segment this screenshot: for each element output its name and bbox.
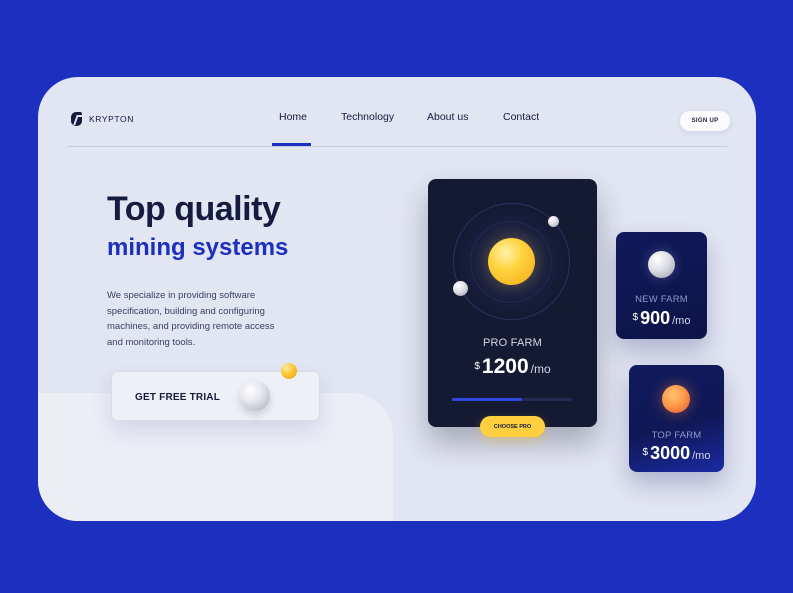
krypton-k-logo-icon [71,112,82,126]
price-currency: $ [474,361,480,372]
nav-item-home[interactable]: Home [279,111,307,123]
trial-button-label: GET FREE TRIAL [135,392,221,403]
plan-price: $900/mo [616,308,707,329]
plan-price: $3000/mo [629,443,724,464]
nav-item-about-us[interactable]: About us [427,111,468,123]
header-divider [67,146,727,147]
plan-name: PRO FARM [482,337,543,349]
plan-progress-fill [452,398,522,401]
gold-sphere-icon [281,363,297,379]
hero-title: Top quality [107,190,281,228]
brand-name: KRYPTON [89,114,134,124]
plan-price: $1200/mo [428,355,597,379]
price-amount: 1200 [481,355,529,378]
moon-icon [453,281,468,296]
nav-item-technology[interactable]: Technology [341,111,394,123]
nav-item-contact[interactable]: Contact [503,111,539,123]
price-period: /mo [672,315,691,327]
orange-planet-icon [662,385,690,413]
sun-planet-icon [488,238,535,285]
top-farm-card[interactable]: TOP FARM $3000/mo [629,365,724,472]
price-amount: 900 [640,308,671,328]
brand-logo[interactable]: KRYPTON [71,112,134,126]
price-currency: $ [632,312,639,323]
main-window: KRYPTON Home Technology About us Contact… [38,77,756,521]
silver-planet-icon [648,251,675,278]
plan-progress-bar [452,398,572,401]
price-currency: $ [642,447,649,458]
small-moon-icon [548,216,559,227]
pro-farm-card[interactable]: PRO FARM $1200/mo [428,179,597,427]
new-farm-card[interactable]: NEW FARM $900/mo [616,232,707,339]
plan-name: TOP FARM [651,430,702,441]
price-amount: 3000 [650,443,691,463]
hero-subtitle: mining systems [107,234,289,261]
silver-sphere-icon [240,381,270,411]
price-period: /mo [530,362,551,376]
hero-description: We specialize in providing software spec… [107,290,275,348]
plan-name: NEW FARM [635,294,688,305]
choose-pro-button[interactable]: CHOOSE PRO [480,416,545,437]
sign-up-button[interactable]: SIGN UP [680,111,730,131]
price-period: /mo [692,450,711,462]
